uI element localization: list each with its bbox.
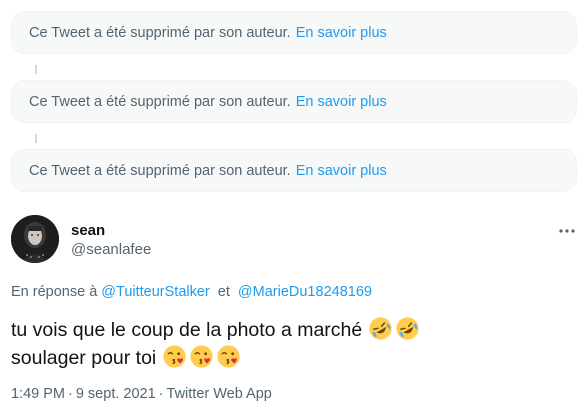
author-name[interactable]: sean	[71, 222, 105, 239]
rolling-on-floor-laughing-icon	[396, 317, 419, 340]
author-handle[interactable]: @seanlafee	[71, 241, 151, 258]
more-options-button[interactable]	[556, 223, 578, 239]
deleted-message: Ce Tweet a été supprimé par son auteur.	[29, 24, 291, 41]
face-blowing-kiss-icon	[163, 345, 186, 368]
tweet-date[interactable]: 9 sept. 2021	[76, 386, 156, 402]
mention-link[interactable]: @TuitteurStalker	[101, 284, 209, 300]
meta-separator: ·	[68, 386, 73, 402]
avatar[interactable]	[11, 215, 59, 263]
face-blowing-kiss-icon	[190, 345, 213, 368]
thread-connector	[35, 65, 37, 74]
face-blowing-kiss-icon	[217, 345, 240, 368]
tweet-meta: 1:49 PM · 9 sept. 2021 · Twitter Web App	[11, 386, 272, 402]
rolling-on-floor-laughing-icon	[369, 317, 392, 340]
deleted-tweet-notice: Ce Tweet a été supprimé par son auteur. …	[11, 149, 577, 192]
tweet-text: tu vois que le coup de la photo a marché…	[11, 316, 422, 372]
reply-joiner: et	[217, 284, 230, 300]
deleted-message: Ce Tweet a été supprimé par son auteur.	[29, 93, 291, 110]
tweet-text-line: tu vois que le coup de la photo a marché	[11, 319, 363, 341]
tweet-text-line: soulager pour toi	[11, 347, 157, 369]
learn-more-link[interactable]: En savoir plus	[296, 163, 387, 179]
more-icon	[559, 229, 575, 233]
reply-prefix: En réponse à	[11, 284, 98, 300]
thread-connector	[35, 134, 37, 143]
deleted-tweet-notice: Ce Tweet a été supprimé par son auteur. …	[11, 80, 577, 123]
learn-more-link[interactable]: En savoir plus	[296, 94, 387, 110]
meta-separator: ·	[158, 386, 164, 402]
tweet-time[interactable]: 1:49 PM	[11, 386, 65, 402]
deleted-message: Ce Tweet a été supprimé par son auteur.	[29, 162, 291, 179]
tweet-source[interactable]: Twitter Web App	[167, 386, 272, 402]
reply-context: En réponse à @TuitteurStalker et @MarieD…	[11, 284, 372, 300]
deleted-tweet-notice: Ce Tweet a été supprimé par son auteur. …	[11, 11, 577, 54]
mention-link[interactable]: @MarieDu18248169	[238, 284, 372, 300]
learn-more-link[interactable]: En savoir plus	[296, 25, 387, 41]
